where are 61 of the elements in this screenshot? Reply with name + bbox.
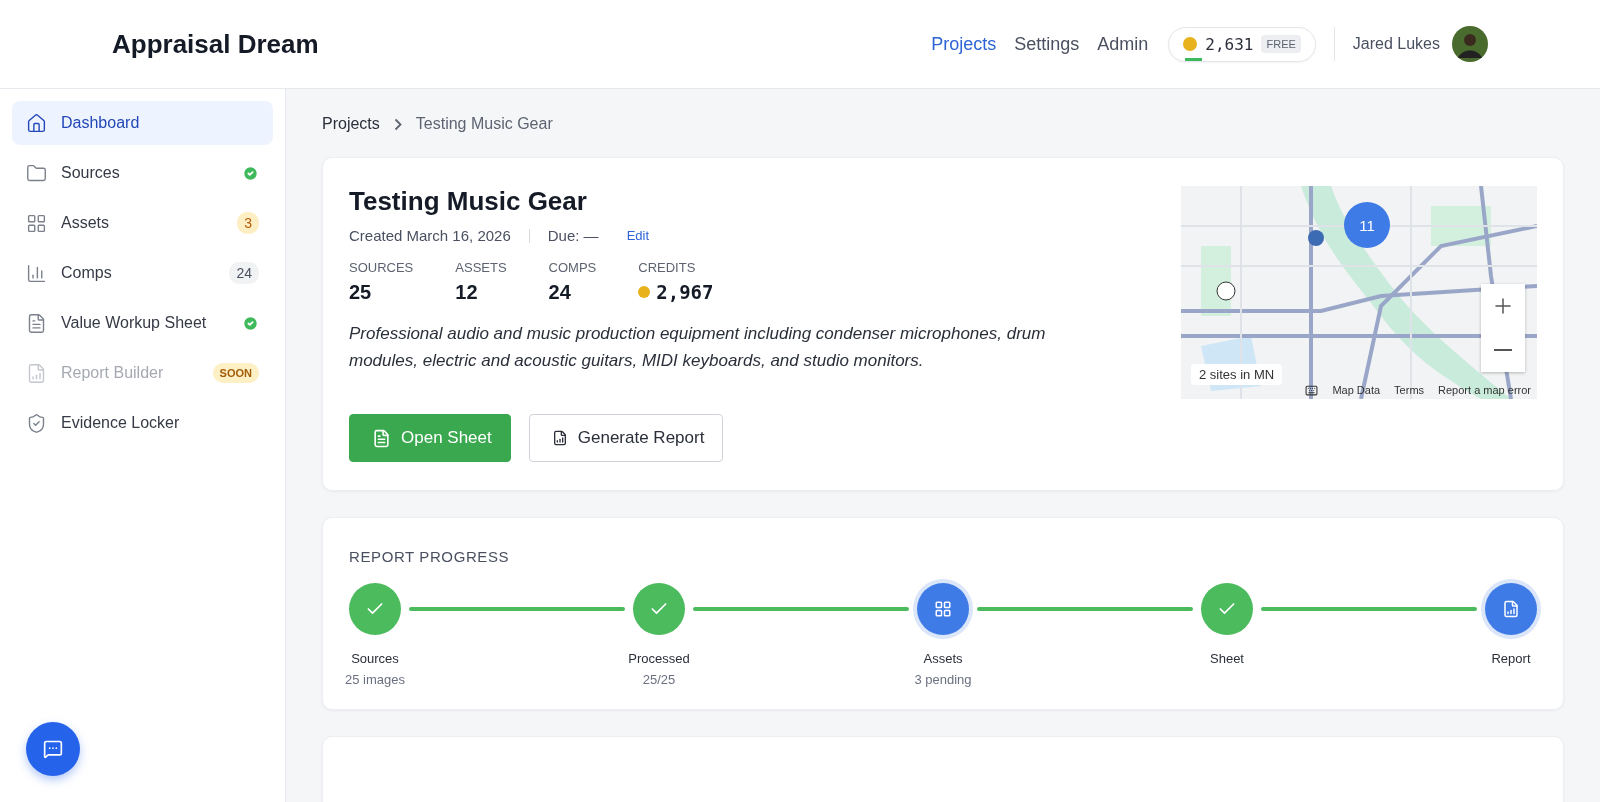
map-link[interactable]: Report a map error	[1438, 384, 1531, 397]
sidebar-item[interactable]: Dashboard	[12, 101, 273, 145]
stat-value: 24	[548, 281, 571, 304]
sidebar-item[interactable]: Comps 24	[12, 251, 273, 295]
chat-icon	[43, 739, 63, 759]
minus-icon	[1494, 349, 1512, 351]
keyboard-icon[interactable]	[1305, 384, 1319, 397]
document-icon	[26, 312, 47, 334]
sidebar-item[interactable]: Assets 3	[12, 201, 273, 245]
stat-label: ASSETS	[455, 260, 507, 275]
sidebar-item[interactable]: Value Workup Sheet	[12, 301, 273, 345]
project-description: Professional audio and music production equipment including condenser microphones, drum modules, electric and acoustic guitars, MIDI keyboards, and studio monitors.	[349, 323, 1047, 372]
bar-chart-icon	[26, 262, 47, 284]
document-icon	[372, 428, 391, 448]
report-icon	[551, 430, 568, 446]
nav-link[interactable]: Projects	[931, 33, 997, 55]
app-logo[interactable]: Appraisal Dream	[112, 28, 319, 60]
check-icon	[242, 164, 259, 182]
chat-button[interactable]	[26, 722, 80, 776]
breadcrumb-link[interactable]: Projects	[322, 115, 380, 133]
home-icon	[26, 112, 47, 134]
stat-value: 25	[349, 281, 372, 304]
user-name[interactable]: Jared Lukes	[1352, 35, 1440, 53]
breadcrumb-link[interactable]: Testing Music Gear	[415, 115, 553, 133]
report-icon	[26, 362, 47, 384]
edit-link[interactable]: Edit	[626, 228, 650, 243]
plan-tag: FREE	[1261, 35, 1301, 53]
nav-link[interactable]: Settings	[1014, 33, 1080, 55]
project-title: Testing Music Gear	[349, 186, 588, 217]
stat-label: SOURCES	[349, 260, 414, 275]
coin-icon	[1183, 37, 1198, 51]
shield-icon	[26, 412, 47, 434]
stat-value: 12	[455, 281, 478, 304]
step-label: Processed	[628, 651, 690, 666]
zoom-in-button[interactable]	[1481, 284, 1525, 328]
sidebar-item[interactable]: Sources	[12, 151, 273, 195]
grid-icon	[26, 212, 47, 234]
step-detail: 25 images	[345, 672, 405, 687]
step-label: Report	[1491, 651, 1531, 666]
map-link[interactable]: Terms	[1394, 384, 1425, 397]
nav-link[interactable]: Admin	[1097, 33, 1149, 55]
map-link[interactable]: Map Data	[1332, 384, 1381, 397]
folder-icon	[26, 162, 47, 184]
sidebar-item[interactable]: Evidence Locker	[12, 401, 273, 445]
credit-balance: 2,631	[1205, 34, 1254, 54]
generate-report-button[interactable]: Generate Report	[528, 414, 724, 462]
avatar[interactable]	[1452, 26, 1488, 62]
step-detail: 3 pending	[914, 672, 972, 687]
stat-label: CREDITS	[638, 260, 697, 275]
step-label: Assets	[923, 651, 963, 666]
step-label: Sources	[351, 651, 399, 666]
section-title: REPORT PROGRESS	[349, 548, 511, 565]
check-icon	[242, 314, 259, 332]
due-date: Due: —	[547, 227, 599, 244]
stat-label: COMPS	[548, 260, 597, 275]
step-label: Sheet	[1210, 651, 1244, 666]
chevron-icon	[393, 117, 402, 131]
step-detail: 25/25	[642, 672, 676, 687]
created-date: Created March 16, 2026	[349, 227, 511, 244]
stat-value: 2,967	[656, 281, 714, 303]
map-caption: 2 sites in MN	[1191, 364, 1283, 385]
